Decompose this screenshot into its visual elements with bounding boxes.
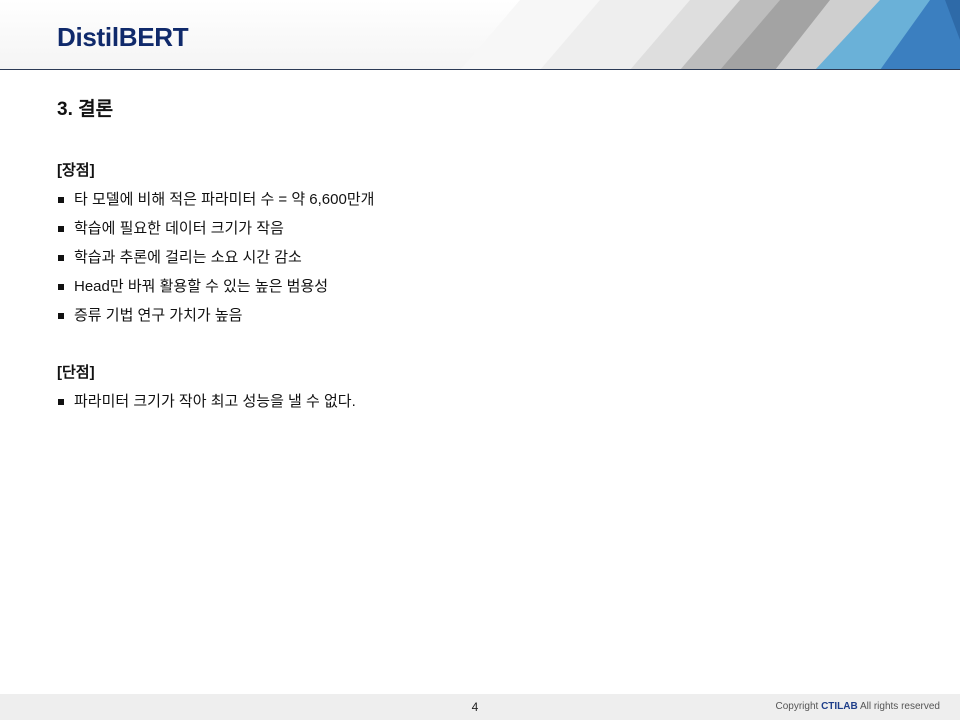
pros-item: 타 모델에 비해 적은 파라미터 수 = 약 6,600만개 <box>57 190 374 219</box>
pros-item-text: 학습에 필요한 데이터 크기가 작음 <box>74 220 284 237</box>
square-bullet-icon <box>58 399 64 405</box>
pros-item-text: 증류 기법 연구 가치가 높음 <box>74 307 243 324</box>
square-bullet-icon <box>58 255 64 261</box>
copyright-brand: CTILAB <box>821 701 858 712</box>
pros-item: 증류 기법 연구 가치가 높음 <box>57 306 374 335</box>
square-bullet-icon <box>58 226 64 232</box>
square-bullet-icon <box>58 313 64 319</box>
slide-footer: 4 Copyright CTILAB All rights reserved <box>0 694 960 720</box>
copyright-prefix: Copyright <box>775 701 822 712</box>
copyright-suffix: All rights reserved <box>857 701 940 712</box>
pros-item-text: 타 모델에 비해 적은 파라미터 수 = 약 6,600만개 <box>74 191 375 208</box>
cons-label: [단점] <box>57 364 95 381</box>
slide-title: DistilBERT <box>57 22 189 52</box>
page-number: 4 <box>471 700 479 714</box>
cons-item: 파라미터 크기가 작아 최고 성능을 낼 수 없다. <box>57 392 356 421</box>
pros-list: 타 모델에 비해 적은 파라미터 수 = 약 6,600만개 학습에 필요한 데… <box>57 190 374 335</box>
square-bullet-icon <box>58 197 64 203</box>
slide-header: DistilBERT <box>0 0 960 70</box>
header-divider <box>0 69 960 70</box>
pros-label: [장점] <box>57 162 95 179</box>
section-heading: 3. 결론 <box>57 99 114 120</box>
square-bullet-icon <box>58 284 64 290</box>
cons-list: 파라미터 크기가 작아 최고 성능을 낼 수 없다. <box>57 392 356 421</box>
pros-item: 학습에 필요한 데이터 크기가 작음 <box>57 219 374 248</box>
pros-item-text: Head만 바꿔 활용할 수 있는 높은 범용성 <box>74 278 329 295</box>
pros-item: Head만 바꿔 활용할 수 있는 높은 범용성 <box>57 277 374 306</box>
pros-item: 학습과 추론에 걸리는 소요 시간 감소 <box>57 248 374 277</box>
cons-item-text: 파라미터 크기가 작아 최고 성능을 낼 수 없다. <box>74 393 356 410</box>
pros-item-text: 학습과 추론에 걸리는 소요 시간 감소 <box>74 249 302 266</box>
copyright-notice: Copyright CTILAB All rights reserved <box>775 701 940 713</box>
